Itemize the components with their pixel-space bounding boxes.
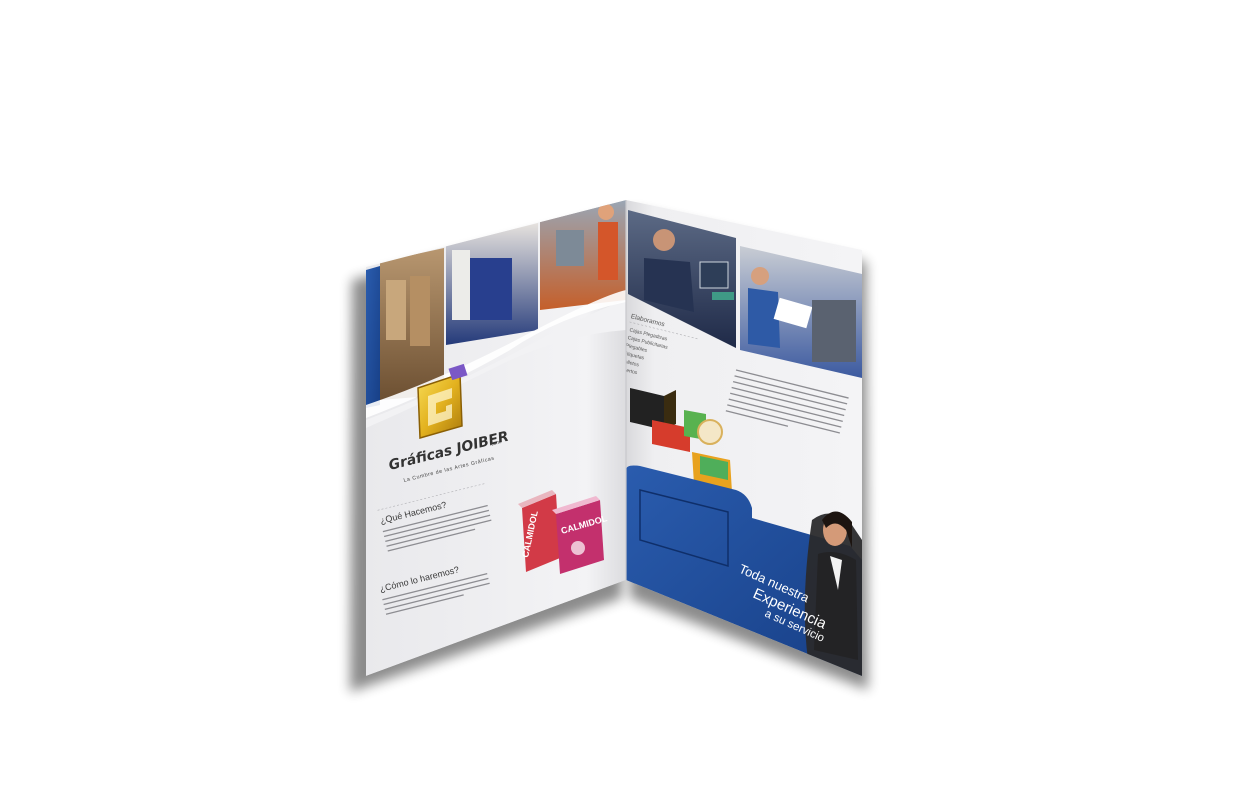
folder-mockup-scene: Gráficas JOIBER .com La Cumbre de las Ar… — [350, 200, 868, 692]
businessman-photo — [653, 229, 675, 251]
left-blue-spine — [366, 266, 380, 408]
operator-photo — [556, 230, 584, 266]
technician-photo — [751, 267, 769, 285]
woman-rep-photo — [804, 511, 862, 676]
paper-rolls-photo — [386, 280, 406, 340]
